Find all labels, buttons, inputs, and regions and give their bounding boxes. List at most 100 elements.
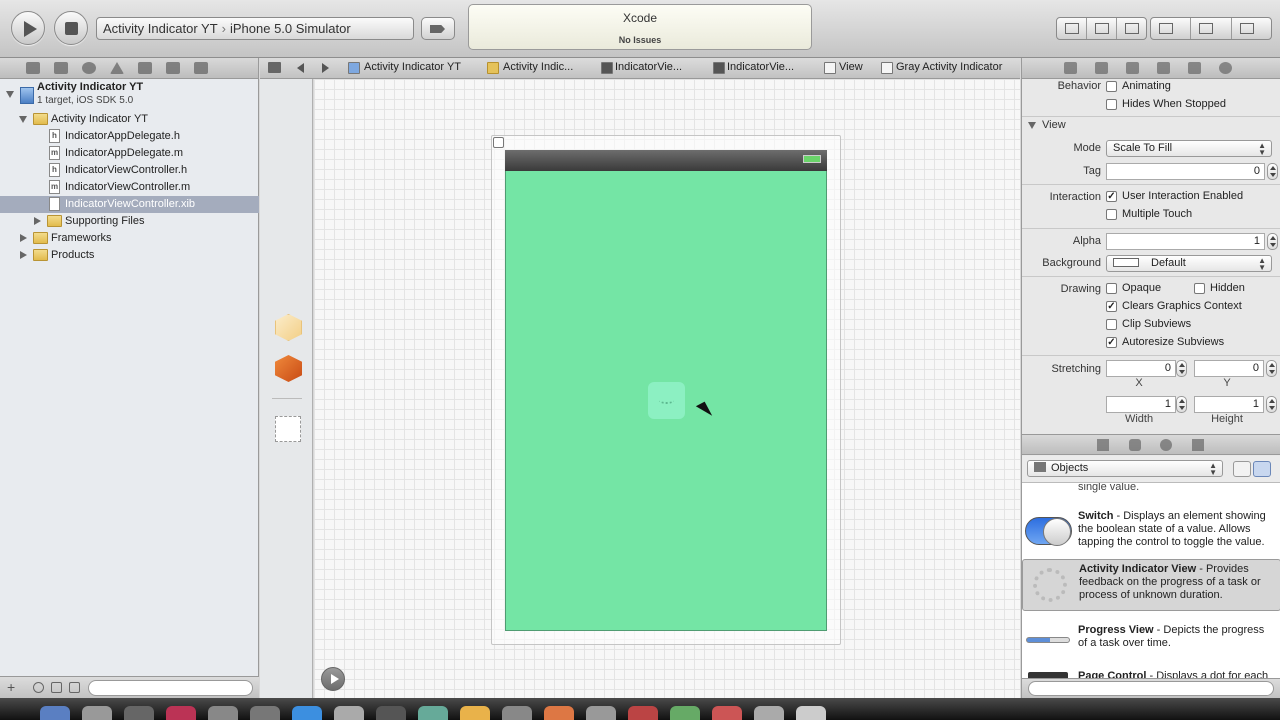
- launchpad-icon[interactable]: [82, 706, 112, 720]
- attributes-inspector-icon[interactable]: [1157, 62, 1170, 74]
- related-files-icon[interactable]: [268, 62, 281, 73]
- tag-stepper[interactable]: [1267, 163, 1278, 180]
- symbol-navigator-icon[interactable]: [54, 62, 68, 74]
- autoresize-checkbox[interactable]: ✓: [1106, 337, 1117, 348]
- breakpoint-navigator-icon[interactable]: [166, 62, 180, 74]
- app-icon[interactable]: [754, 706, 784, 720]
- breadcrumb-project[interactable]: Activity Indicator YT: [364, 61, 461, 73]
- stretch-x-field[interactable]: 0: [1106, 360, 1176, 377]
- disclosure-open-icon[interactable]: [1028, 122, 1036, 129]
- app-icon[interactable]: [166, 706, 196, 720]
- icon-view-button[interactable]: [1233, 461, 1251, 477]
- tree-row-group[interactable]: Frameworks: [0, 230, 259, 247]
- recent-files-icon[interactable]: [33, 682, 44, 693]
- connections-inspector-icon[interactable]: [1219, 62, 1232, 74]
- animating-checkbox[interactable]: [1106, 81, 1117, 92]
- disclosure-closed-icon[interactable]: [20, 251, 27, 259]
- close-icon[interactable]: [493, 137, 504, 148]
- tree-row-file[interactable]: m IndicatorViewController.m: [0, 179, 259, 196]
- app-icon[interactable]: [250, 706, 280, 720]
- hidden-checkbox[interactable]: [1194, 283, 1205, 294]
- forward-arrow-icon[interactable]: [322, 63, 329, 73]
- add-icon[interactable]: +: [7, 679, 15, 695]
- library-search-field[interactable]: [1028, 681, 1274, 696]
- library-item-page-control[interactable]: Page Control - Displays a dot for each: [1022, 668, 1280, 678]
- activity-indicator-view[interactable]: [648, 382, 685, 419]
- version-editor-button[interactable]: [1117, 18, 1146, 39]
- standard-editor-button[interactable]: [1057, 18, 1087, 39]
- view-section-header[interactable]: View: [1022, 117, 1280, 135]
- library-item-progress-view[interactable]: Progress View - Depicts the progress of …: [1022, 622, 1280, 674]
- toggle-navigator-button[interactable]: [1151, 18, 1192, 39]
- hides-when-stopped-checkbox[interactable]: [1106, 99, 1117, 110]
- code-snippet-library-icon[interactable]: [1129, 439, 1141, 451]
- object-library-icon[interactable]: [1160, 439, 1172, 451]
- debug-navigator-icon[interactable]: [138, 62, 152, 74]
- multiple-touch-checkbox[interactable]: [1106, 209, 1117, 220]
- files-owner-icon[interactable]: [275, 314, 302, 341]
- tree-row-file[interactable]: h IndicatorViewController.h: [0, 162, 259, 179]
- tree-row-file[interactable]: m IndicatorAppDelegate.m: [0, 145, 259, 162]
- run-button[interactable]: [11, 11, 45, 45]
- tree-row-file[interactable]: h IndicatorAppDelegate.h: [0, 128, 259, 145]
- app-icon[interactable]: [670, 706, 700, 720]
- stretch-y-field[interactable]: 0: [1194, 360, 1264, 377]
- log-navigator-icon[interactable]: [194, 62, 208, 74]
- app-icon[interactable]: [712, 706, 742, 720]
- identity-inspector-icon[interactable]: [1126, 62, 1139, 74]
- app-icon[interactable]: [586, 706, 616, 720]
- first-responder-icon[interactable]: [275, 355, 302, 382]
- project-row[interactable]: Activity Indicator YT 1 target, iOS SDK …: [0, 79, 259, 109]
- app-icon[interactable]: [208, 706, 238, 720]
- app-icon[interactable]: [544, 706, 574, 720]
- tree-row-file-selected[interactable]: IndicatorViewController.xib: [0, 196, 259, 213]
- scheme-selector[interactable]: Activity Indicator YT › iPhone 5.0 Simulat…: [96, 17, 414, 40]
- list-view-button[interactable]: [1253, 461, 1271, 477]
- stretch-width-stepper[interactable]: [1176, 396, 1187, 413]
- scm-filter-icon[interactable]: [51, 682, 62, 693]
- stretch-width-field[interactable]: 1: [1106, 396, 1176, 413]
- tree-row-group[interactable]: Supporting Files: [0, 213, 259, 230]
- app-icon[interactable]: [628, 706, 658, 720]
- app-icon[interactable]: [334, 706, 364, 720]
- breadcrumb-indicator[interactable]: Gray Activity Indicator: [896, 61, 1002, 73]
- toggle-debug-area-button[interactable]: [1191, 18, 1232, 39]
- disclosure-open-icon[interactable]: [19, 116, 27, 123]
- alpha-stepper[interactable]: [1267, 233, 1278, 250]
- size-inspector-icon[interactable]: [1188, 62, 1201, 74]
- stretch-y-stepper[interactable]: [1266, 360, 1277, 377]
- expand-dock-button[interactable]: [321, 667, 345, 691]
- file-inspector-icon[interactable]: [1064, 62, 1077, 74]
- breadcrumb-controller[interactable]: IndicatorVie...: [727, 61, 794, 73]
- app-icon[interactable]: [418, 706, 448, 720]
- app-icon[interactable]: [502, 706, 532, 720]
- breadcrumb-xib[interactable]: IndicatorVie...: [615, 61, 682, 73]
- file-template-library-icon[interactable]: [1097, 439, 1109, 451]
- alpha-field[interactable]: 1: [1106, 233, 1265, 250]
- quick-help-icon[interactable]: [1095, 62, 1108, 74]
- stop-button[interactable]: [54, 11, 88, 45]
- clip-subviews-checkbox[interactable]: [1106, 319, 1117, 330]
- project-navigator-icon[interactable]: [26, 62, 40, 74]
- disclosure-closed-icon[interactable]: [34, 217, 41, 225]
- safari-icon[interactable]: [292, 706, 322, 720]
- breadcrumb-view[interactable]: View: [839, 61, 863, 73]
- view-object-icon[interactable]: [275, 416, 301, 442]
- stretch-height-stepper[interactable]: [1266, 396, 1277, 413]
- app-icon[interactable]: [124, 706, 154, 720]
- trash-icon[interactable]: [796, 706, 826, 720]
- tree-row-group[interactable]: Activity Indicator YT: [0, 111, 259, 128]
- user-interaction-checkbox[interactable]: ✓: [1106, 191, 1117, 202]
- stretch-x-stepper[interactable]: [1176, 360, 1187, 377]
- issue-navigator-icon[interactable]: [110, 62, 124, 74]
- object-library-list[interactable]: single value. Switch - Displays an eleme…: [1022, 483, 1280, 678]
- breakpoints-button[interactable]: [421, 17, 455, 40]
- app-icon[interactable]: [376, 706, 406, 720]
- unsaved-filter-icon[interactable]: [69, 682, 80, 693]
- breadcrumb-group[interactable]: Activity Indic...: [503, 61, 573, 73]
- editor-mode-selector[interactable]: [1056, 17, 1147, 40]
- clears-graphics-checkbox[interactable]: ✓: [1106, 301, 1117, 312]
- disclosure-open-icon[interactable]: [6, 91, 14, 98]
- finder-icon[interactable]: [40, 706, 70, 720]
- toggle-utilities-button[interactable]: [1232, 18, 1271, 39]
